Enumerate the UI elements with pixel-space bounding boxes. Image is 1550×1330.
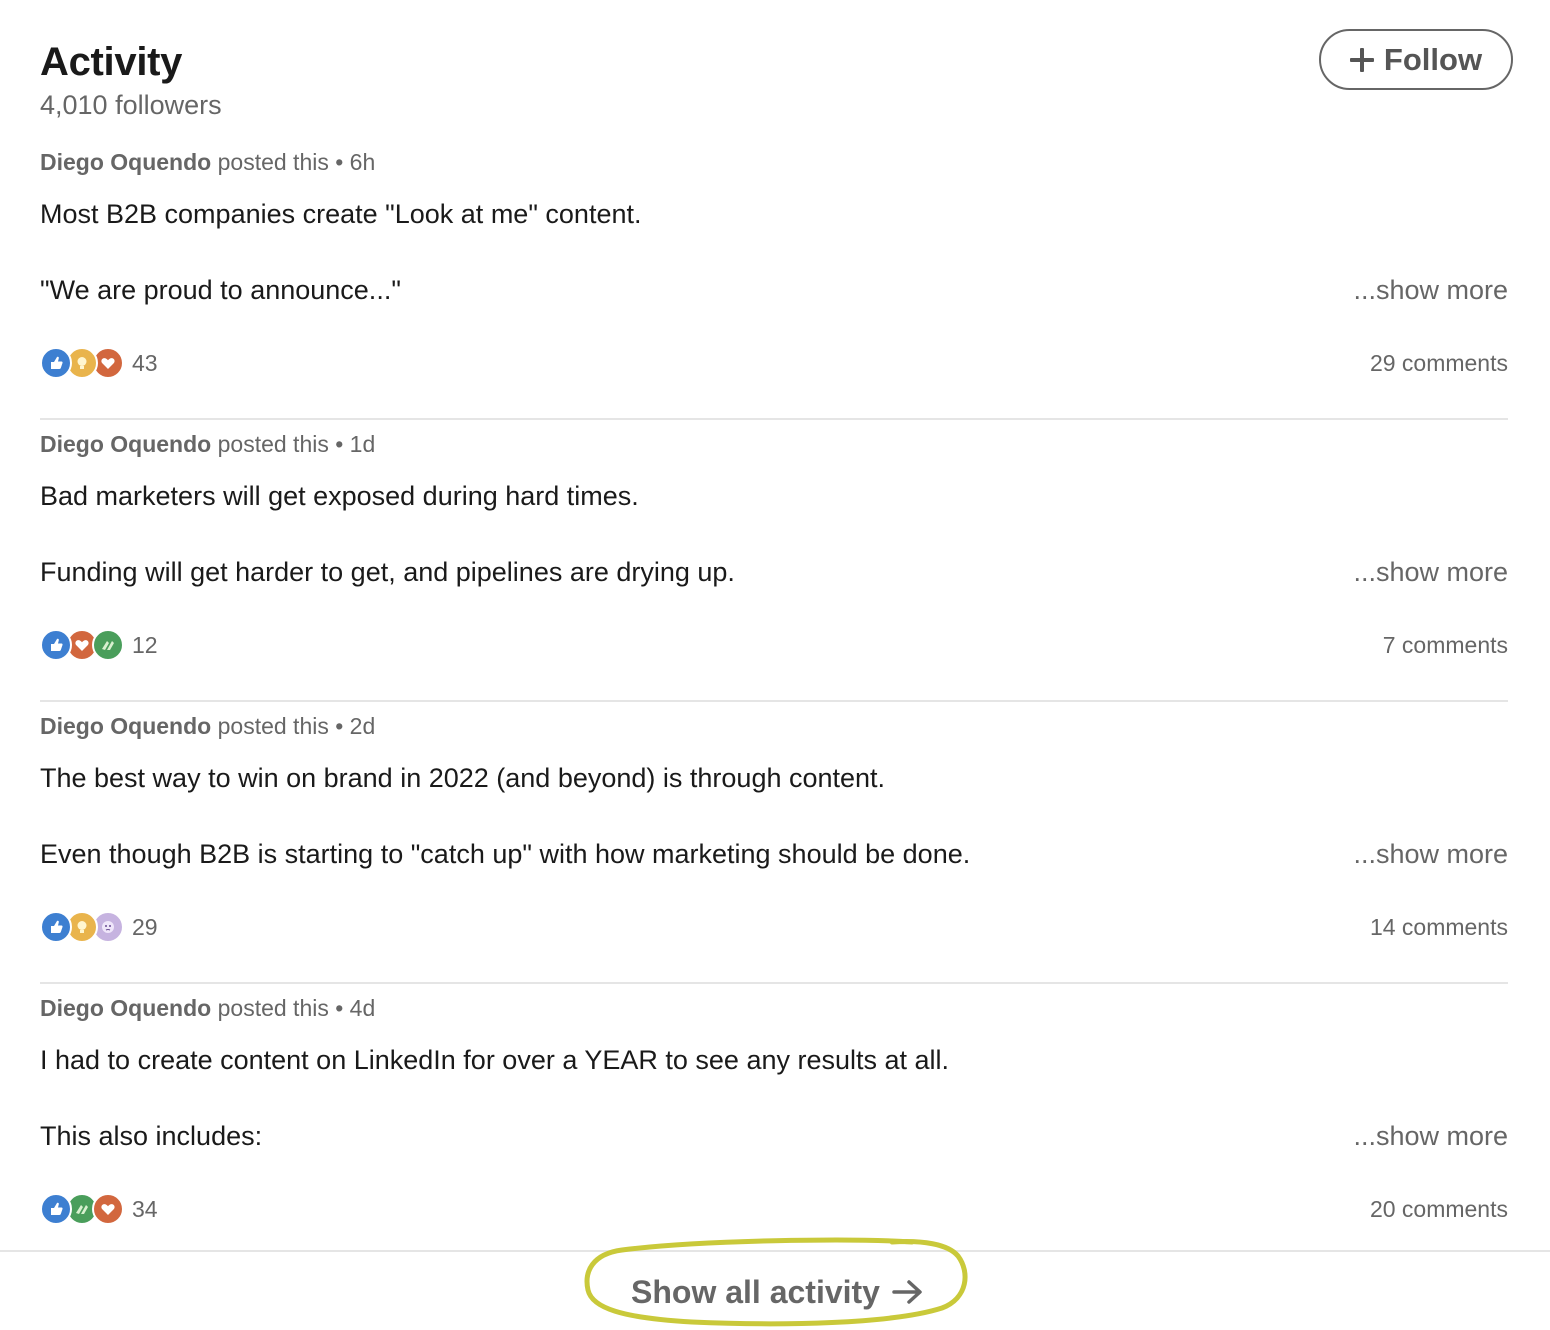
- like-reaction-icon: [40, 629, 72, 661]
- post-text-line-2: Funding will get harder to get, and pipe…: [40, 557, 735, 587]
- show-more-link[interactable]: ...show more: [1353, 1119, 1508, 1153]
- post-action: posted this • 6h: [211, 149, 376, 175]
- post-author[interactable]: Diego Oquendo: [40, 149, 211, 175]
- post-text-line-1: The best way to win on brand in 2022 (an…: [40, 763, 886, 793]
- follower-count: 4,010 followers: [40, 90, 222, 120]
- follow-button-label: Follow: [1383, 41, 1483, 77]
- comments-link[interactable]: 29 comments: [1370, 348, 1508, 378]
- post-item: Diego Oquendo posted this • 2d The best …: [40, 702, 1508, 984]
- reaction-icons: [40, 1193, 124, 1225]
- love-reaction-icon: [92, 1193, 124, 1225]
- show-all-activity-label: Show all activity: [631, 1274, 880, 1310]
- post-item: Diego Oquendo posted this • 4d I had to …: [40, 984, 1508, 1266]
- reactions-summary[interactable]: 12: [40, 629, 158, 661]
- post-item: Diego Oquendo posted this • 6h Most B2B …: [40, 138, 1508, 420]
- arrow-right-icon: [892, 1279, 924, 1305]
- show-more-link[interactable]: ...show more: [1353, 837, 1508, 871]
- post-meta: Diego Oquendo posted this • 1d: [40, 430, 375, 458]
- post-text-line-1: Most B2B companies create "Look at me" c…: [40, 199, 642, 229]
- comments-link[interactable]: 20 comments: [1370, 1194, 1508, 1224]
- post-text-line-2: This also includes:: [40, 1121, 263, 1151]
- show-more-link[interactable]: ...show more: [1353, 273, 1508, 307]
- like-reaction-icon: [40, 911, 72, 943]
- section-title: Activity: [40, 40, 183, 84]
- reaction-count: 43: [132, 349, 158, 376]
- post-action: posted this • 2d: [211, 713, 376, 739]
- post-meta: Diego Oquendo posted this • 6h: [40, 148, 375, 176]
- post-action: posted this • 4d: [211, 995, 376, 1021]
- post-text-line-1: Bad marketers will get exposed during ha…: [40, 481, 639, 511]
- reactions-summary[interactable]: 34: [40, 1193, 158, 1225]
- post-author[interactable]: Diego Oquendo: [40, 713, 211, 739]
- show-more-link[interactable]: ...show more: [1353, 555, 1508, 589]
- like-reaction-icon: [40, 347, 72, 379]
- post-list: Diego Oquendo posted this • 6h Most B2B …: [40, 138, 1508, 1266]
- post-text-line-2: Even though B2B is starting to "catch up…: [40, 839, 971, 869]
- post-text-line-2: "We are proud to announce...": [40, 275, 401, 305]
- reaction-count: 34: [132, 1195, 158, 1222]
- reaction-count: 29: [132, 913, 158, 940]
- reactions-summary[interactable]: 29: [40, 911, 158, 943]
- post-meta: Diego Oquendo posted this • 4d: [40, 994, 375, 1022]
- post-item: Diego Oquendo posted this • 1d Bad marke…: [40, 420, 1508, 702]
- comments-link[interactable]: 7 comments: [1383, 630, 1508, 660]
- like-reaction-icon: [40, 1193, 72, 1225]
- post-author[interactable]: Diego Oquendo: [40, 431, 211, 457]
- show-all-activity-link[interactable]: Show all activity: [631, 1270, 924, 1314]
- post-author[interactable]: Diego Oquendo: [40, 995, 211, 1021]
- reaction-count: 12: [132, 631, 158, 658]
- reaction-icons: [40, 911, 124, 943]
- comments-link[interactable]: 14 comments: [1370, 912, 1508, 942]
- support-reaction-icon: [92, 629, 124, 661]
- reaction-icons: [40, 629, 124, 661]
- reactions-summary[interactable]: 43: [40, 347, 158, 379]
- activity-header: Activity 4,010 followers: [40, 38, 222, 122]
- plus-icon: [1349, 47, 1374, 72]
- reaction-icons: [40, 347, 124, 379]
- post-action: posted this • 1d: [211, 431, 376, 457]
- post-meta: Diego Oquendo posted this • 2d: [40, 712, 375, 740]
- follow-button[interactable]: Follow: [1319, 29, 1513, 90]
- divider: [0, 1250, 1550, 1252]
- post-text-line-1: I had to create content on LinkedIn for …: [40, 1045, 950, 1075]
